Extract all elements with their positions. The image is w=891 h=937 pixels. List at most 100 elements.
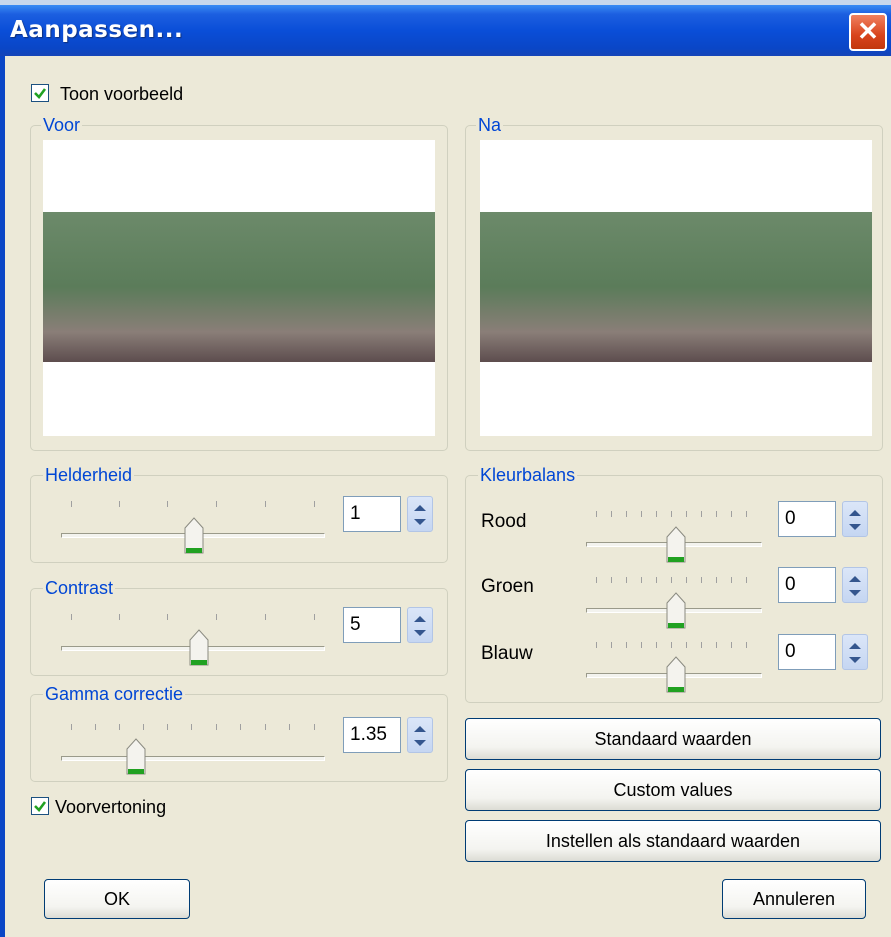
slider-tick — [596, 511, 597, 517]
contrast-group: Contrast 5 — [30, 578, 448, 676]
blauw-input[interactable]: 0 — [778, 634, 836, 670]
preview-before-group: Voor — [30, 115, 448, 451]
gamma-group: Gamma correctie 1.35 — [30, 684, 448, 782]
slider-tick — [289, 724, 290, 730]
rood-input[interactable]: 0 — [778, 501, 836, 537]
slider-tick — [656, 642, 657, 648]
voorvertoning-checkbox[interactable] — [31, 797, 49, 815]
slider-tick — [626, 577, 627, 583]
preview-after-image — [480, 140, 872, 436]
slider-tick — [701, 642, 702, 648]
slider-tick — [596, 577, 597, 583]
slider-tick — [686, 642, 687, 648]
check-icon — [34, 801, 47, 812]
slider-tick — [314, 501, 315, 507]
custom-values-button[interactable]: Custom values — [465, 769, 881, 811]
groen-input[interactable]: 0 — [778, 567, 836, 603]
kleurbalans-title: Kleurbalans — [478, 465, 578, 486]
slider-tick — [731, 642, 732, 648]
kleurbalans-group: Kleurbalans Rood 0 Groen 0 Blauw 0 — [465, 465, 883, 703]
slider-tick — [119, 501, 120, 507]
slider-tick — [686, 577, 687, 583]
slider-tick — [671, 577, 672, 583]
slider-tick — [265, 614, 266, 620]
slider-tick — [611, 642, 612, 648]
slider-tick — [191, 724, 192, 730]
slider-thumb[interactable] — [184, 517, 204, 555]
slider-tick — [611, 511, 612, 517]
slider-tick — [641, 642, 642, 648]
contrast-spin-button[interactable] — [407, 607, 433, 643]
slider-tick — [746, 577, 747, 583]
slider-tick — [119, 724, 120, 730]
slider-tick — [71, 614, 72, 620]
toon-voorbeeld-label: Toon voorbeeld — [60, 84, 184, 104]
helderheid-spin-button[interactable] — [407, 496, 433, 532]
slider-tick — [265, 501, 266, 507]
title-bar: Aanpassen... ✕ — [0, 0, 891, 56]
gamma-title: Gamma correctie — [43, 684, 186, 705]
window-title: Aanpassen... — [10, 17, 184, 43]
contrast-title: Contrast — [43, 578, 116, 599]
groen-label: Groen — [481, 576, 534, 597]
slider-tick — [216, 501, 217, 507]
preview-after-group: Na — [465, 115, 883, 451]
slider-tick — [216, 724, 217, 730]
gamma-spin-button[interactable] — [407, 717, 433, 753]
slider-tick — [656, 511, 657, 517]
slider-tick — [95, 724, 96, 730]
slider-tick — [701, 511, 702, 517]
slider-tick — [731, 511, 732, 517]
slider-tick — [71, 724, 72, 730]
slider-tick — [716, 577, 717, 583]
slider-tick — [716, 642, 717, 648]
slider-tick — [746, 642, 747, 648]
close-icon[interactable]: ✕ — [849, 13, 887, 51]
helderheid-group: Helderheid 1 — [30, 465, 448, 563]
helderheid-title: Helderheid — [43, 465, 135, 486]
blauw-spin-button[interactable] — [842, 634, 868, 670]
slider-tick — [167, 614, 168, 620]
slider-tick — [314, 724, 315, 730]
slider-tick — [671, 511, 672, 517]
slider-tick — [240, 724, 241, 730]
slider-thumb[interactable] — [126, 738, 146, 776]
rood-spin-button[interactable] — [842, 501, 868, 537]
slider-tick — [746, 511, 747, 517]
toon-voorbeeld-checkbox[interactable] — [31, 84, 49, 102]
preview-before-photo — [43, 212, 435, 362]
ok-button[interactable]: OK — [44, 879, 190, 919]
slider-tick — [596, 642, 597, 648]
slider-tick — [71, 501, 72, 507]
slider-tick — [626, 511, 627, 517]
rood-label: Rood — [481, 511, 527, 532]
slider-tick — [626, 642, 627, 648]
slider-tick — [671, 642, 672, 648]
slider-thumb[interactable] — [189, 629, 209, 667]
helderheid-input[interactable]: 1 — [343, 496, 401, 532]
slider-tick — [656, 577, 657, 583]
slider-tick — [641, 511, 642, 517]
annuleren-button[interactable]: Annuleren — [722, 879, 866, 919]
slider-tick — [716, 511, 717, 517]
slider-thumb[interactable] — [666, 656, 686, 694]
slider-tick — [701, 577, 702, 583]
slider-thumb[interactable] — [666, 526, 686, 564]
slider-tick — [686, 511, 687, 517]
instellen-als-standaard-button[interactable]: Instellen als standaard waarden — [465, 820, 881, 862]
slider-tick — [167, 724, 168, 730]
slider-thumb[interactable] — [666, 592, 686, 630]
preview-after-photo — [480, 212, 872, 362]
groen-spin-button[interactable] — [842, 567, 868, 603]
slider-tick — [143, 724, 144, 730]
slider-tick — [167, 501, 168, 507]
contrast-input[interactable]: 5 — [343, 607, 401, 643]
blauw-label: Blauw — [481, 643, 533, 664]
window-frame — [0, 56, 5, 937]
slider-tick — [611, 577, 612, 583]
standaard-waarden-button[interactable]: Standaard waarden — [465, 718, 881, 760]
slider-tick — [216, 614, 217, 620]
slider-tick — [641, 577, 642, 583]
slider-tick — [119, 614, 120, 620]
gamma-input[interactable]: 1.35 — [343, 717, 401, 753]
